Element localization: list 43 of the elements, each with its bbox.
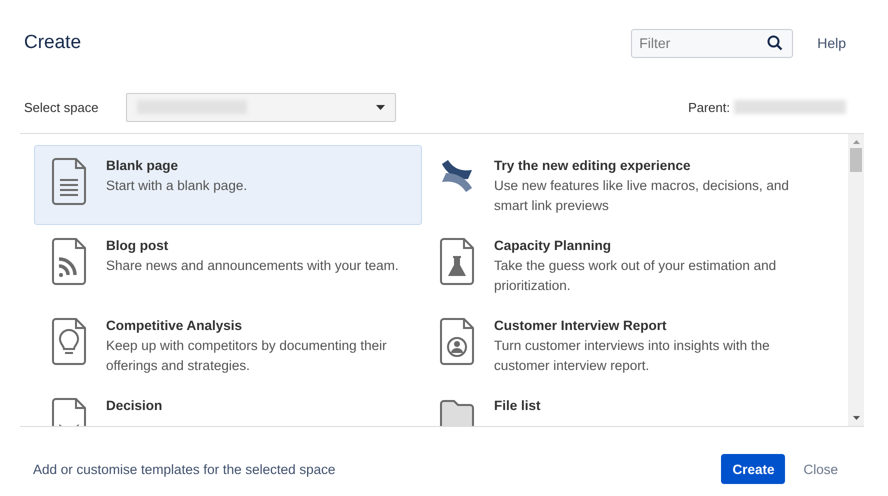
scroll-up-icon[interactable] [852,140,860,144]
filter-field[interactable]: Filter [631,28,794,58]
template-item[interactable]: Blank page Start with a blank page. [34,145,422,225]
template-title: File list [494,397,541,415]
scrollbar-thumb[interactable] [850,148,862,172]
template-description: Share news and announcements with your team. [106,257,399,275]
template-item[interactable]: Decision [34,385,422,426]
scrollbar[interactable] [848,134,864,426]
create-button[interactable]: Create [721,454,786,484]
customise-templates-link[interactable]: Add or customise templates for the selected space [33,462,336,476]
scroll-down-icon[interactable] [852,416,860,420]
template-item[interactable]: Customer Interview Report Turn customer interviews into insights with the customer interview report. [422,305,810,385]
template-item[interactable]: Capacity Planning Take the guess work out of your estimation and prioritization. [422,225,810,305]
template-title: Competitive Analysis [106,317,244,335]
caret-icon [376,104,386,110]
template-item[interactable]: File list [422,385,810,426]
document-rss-icon [51,238,87,286]
template-description: Take the guess work out of your estimation and prioritization. [494,257,778,295]
help-link[interactable]: Help [817,35,846,51]
document-lines-icon [51,158,87,206]
document-person-icon [439,318,475,366]
search-icon [767,34,784,50]
space-select[interactable] [126,92,396,122]
x-logo-icon [439,158,475,194]
template-description: Keep up with competitors by documenting their offerings and strategies. [106,337,388,375]
document-flask-icon [439,238,475,286]
template-title: Blank page [106,157,180,175]
template-item[interactable]: Try the new editing experience Use new features like live macros, decisions, and smart link previews [422,145,810,225]
select-space-label: Select space [24,100,98,114]
template-title: Blog post [106,237,170,255]
template-item[interactable]: Blog post Share news and announcements with your team. [34,225,422,305]
document-bulb-icon [51,318,87,366]
template-title: Customer Interview Report [494,317,668,335]
template-title: Capacity Planning [494,237,612,255]
template-title: Try the new editing experience [494,157,692,175]
template-description: Start with a blank page. [106,177,248,195]
template-title: Decision [106,397,162,415]
parent-label: Parent: [688,100,730,114]
template-item[interactable]: Competitive Analysis Keep up with competitors by documenting their offerings and strategies. [34,305,422,385]
dialog-title: Create [24,32,82,54]
template-description: Turn customer interviews into insights with the customer interview report. [494,337,771,375]
template-description: Use new features like live macros, decisions, and smart link previews [494,177,790,215]
close-button[interactable]: Close [795,462,846,476]
